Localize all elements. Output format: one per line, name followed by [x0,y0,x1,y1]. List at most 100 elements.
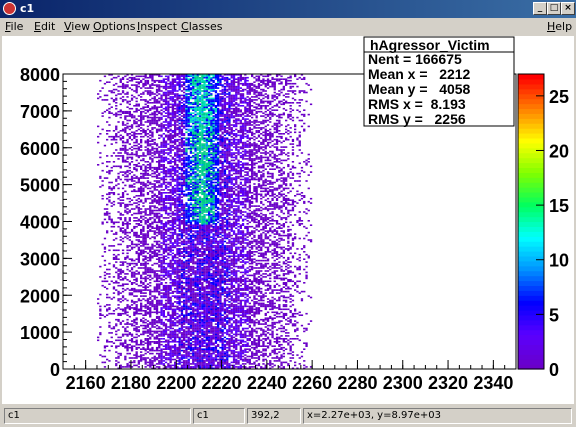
heatmap-cell [192,140,195,142]
heatmap-cell [103,271,107,274]
heatmap-cell [174,317,177,319]
heatmap-cell [194,223,197,225]
heatmap-cell [164,124,168,126]
maximize-button[interactable]: □ [547,2,561,15]
heatmap-cell [201,218,204,221]
heatmap-cell [133,105,136,107]
heatmap-cell [171,341,174,343]
heatmap-cell [183,276,186,278]
heatmap-cell [144,239,147,241]
heatmap-cell [158,168,161,170]
heatmap-cell [149,119,152,122]
heatmap-cell [158,193,161,196]
close-button[interactable]: × [561,2,575,15]
heatmap-cell [149,168,152,170]
menu-classes[interactable]: Classes [181,20,222,33]
heatmap-cell [117,221,120,224]
heatmap-cell [201,203,204,206]
heatmap-cell [149,341,152,343]
heatmap-cell [160,227,163,229]
heatmap-cell [101,221,104,224]
heatmap-cell [176,152,179,154]
heatmap-cell [196,273,199,275]
heatmap-cell [174,230,177,232]
heatmap-cell [189,345,193,347]
heatmap-cell [149,308,152,311]
heatmap-cell [162,124,165,126]
heatmap-cell [187,343,190,346]
plot-canvas[interactable]: 2160 2180 2200 2220 2240 2260 2280 2300 2320 2340… [2,36,574,404]
menu-file[interactable]: File [5,20,23,33]
menu-help[interactable]: Help [547,20,572,33]
heatmap-cell [198,228,202,231]
heatmap-cell [151,143,154,145]
heatmap-cell [176,273,179,275]
heatmap-cell [180,124,184,126]
heatmap-cell [140,177,143,179]
heatmap-cell [160,335,163,337]
heatmap-cell [142,341,145,343]
heatmap-cell [167,289,170,291]
heatmap-cell [180,282,184,284]
heatmap-cell [189,259,193,262]
heatmap-cell [183,318,186,321]
heatmap-cell [164,186,168,188]
heatmap-cell [174,159,177,162]
heatmap-cell [133,227,136,229]
menu-view[interactable]: View [64,20,90,33]
heatmap-cell [187,261,190,263]
heatmap-cell [196,184,199,187]
heatmap-cell [112,138,116,141]
heatmap-cell [126,153,129,156]
heatmap-cell [117,258,120,260]
heatmap-cell [126,346,129,349]
heatmap-cell [115,102,118,104]
heatmap-cell [174,119,177,122]
heatmap-cell [192,195,195,197]
heatmap-cell [158,218,161,221]
heatmap-cell [135,236,138,238]
heatmap-cell [171,262,174,265]
heatmap-cell [128,209,131,212]
heatmap-cell [198,110,202,113]
heatmap-cell [178,131,181,134]
heatmap-cell [201,209,204,212]
heatmap-cell [169,349,172,352]
heatmap-cell [140,320,143,322]
heatmap-cell [180,273,184,275]
heatmap-cell [169,242,172,244]
heatmap-cell [149,315,152,318]
heatmap-cell [158,209,161,212]
heatmap-cell [146,236,150,238]
heatmap-cell [169,259,172,262]
heatmap-cell [167,237,170,240]
heatmap-cell [178,251,181,253]
heatmap-cell [194,124,197,126]
heatmap-cell [153,274,156,277]
menu-inspect[interactable]: Inspect [137,20,177,33]
heatmap-cell [164,91,168,94]
heatmap-cell [112,192,116,194]
heatmap-cell [185,156,188,159]
minimize-button[interactable]: _ [533,2,547,15]
menu-options[interactable]: Options [93,20,135,33]
heatmap-cell [146,252,150,255]
heatmap-cell [169,196,172,198]
heatmap-cell [171,335,174,337]
heatmap-cell [203,293,206,296]
heatmap-cell [158,221,161,224]
heatmap-cell [180,335,184,337]
heatmap-cell [201,97,204,100]
menu-edit[interactable]: Edit [34,20,55,33]
heatmap-cell [169,184,172,187]
heatmap-cell [198,107,202,110]
heatmap-cell [178,307,181,309]
heatmap-cell [146,115,150,117]
heatmap-cell [158,354,161,356]
heatmap-cell [176,262,179,265]
heatmap-cell [196,311,199,314]
heatmap-cell [167,352,170,355]
heatmap-cell [110,155,113,157]
heatmap-cell [196,149,199,151]
heatmap-cell [169,144,172,147]
